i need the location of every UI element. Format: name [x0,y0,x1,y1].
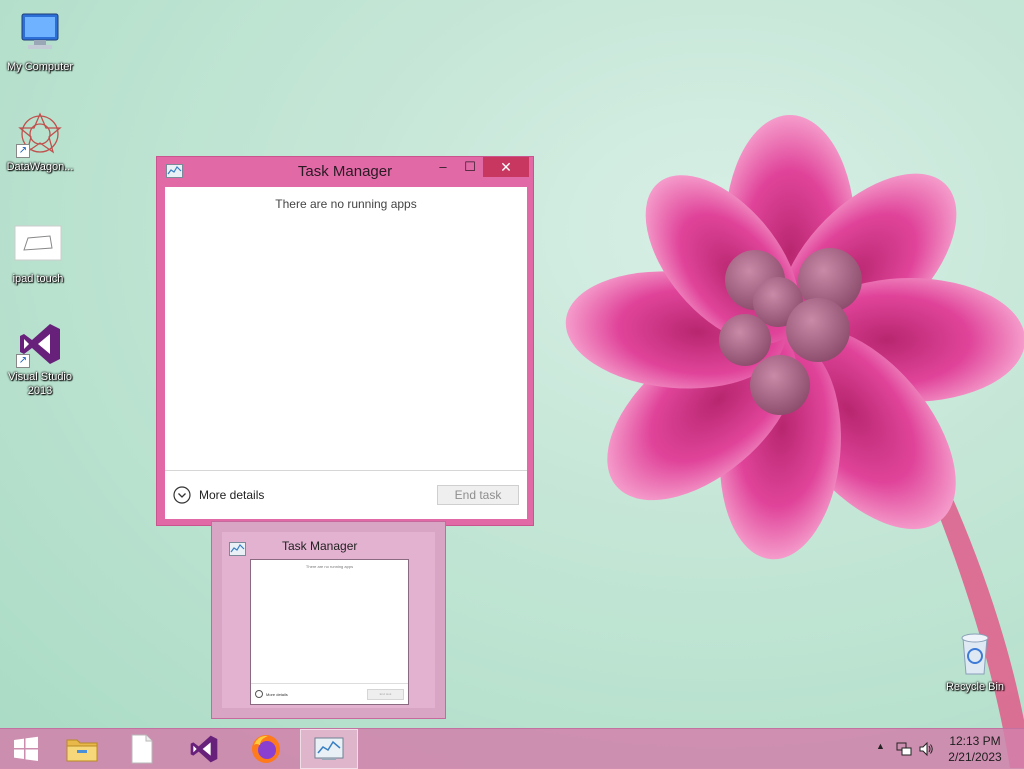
folder-icon [66,739,98,762]
show-hidden-icons-button[interactable]: ▲ [876,741,885,751]
firefox-icon [252,735,280,763]
start-button[interactable] [0,729,52,769]
window-titlebar[interactable]: Task Manager – ☐ ✕ [157,157,533,187]
image-file-icon [14,225,62,261]
empty-apps-message: There are no running apps [275,197,417,211]
taskbar-thumbnail-preview[interactable]: Task Manager There are no running apps M… [211,521,446,719]
network-icon[interactable] [896,741,912,757]
taskbar-task-manager[interactable] [300,729,358,769]
taskbar-firefox[interactable] [240,729,292,769]
thumbnail-empty-message: There are no running apps [305,564,354,569]
taskbar-blank-document[interactable] [116,729,168,769]
minimize-button[interactable]: – [433,157,453,177]
clock-date: 2/21/2023 [948,750,1002,764]
desktop-icon-label: DataWagon... [6,161,74,173]
more-details-label: More details [199,488,265,502]
visual-studio-icon [190,735,218,763]
window-footer: More details End task [165,470,527,519]
computer-icon [21,13,59,49]
taskbar-visual-studio[interactable] [178,729,230,769]
desktop-icon-datawagon[interactable]: ↗ DataWagon... [0,110,80,174]
thumbnail-more-details: More details [255,690,288,698]
task-manager-icon [229,542,246,556]
task-manager-client-area: There are no running apps More details E… [165,187,527,519]
end-task-button[interactable]: End task [437,485,519,505]
desktop-icon-ipad-touch[interactable]: ipad touch [0,222,78,286]
taskbar-file-explorer[interactable] [56,729,108,769]
desktop-icon-label: Visual Studio 2013 [7,371,72,397]
chevron-down-circle-icon [173,486,191,504]
task-manager-icon [314,737,344,760]
clock-time: 12:13 PM [949,734,1001,748]
desktop-icon-label: My Computer [6,61,74,73]
volume-icon[interactable] [918,741,934,757]
thumbnail-title: Task Manager [282,539,358,553]
desktop-icon-label: ipad touch [12,273,64,285]
close-button[interactable]: ✕ [483,157,529,177]
more-details-toggle[interactable]: More details [173,485,264,505]
maximize-button[interactable]: ☐ [459,157,481,177]
thumbnail-footer: More details End task [251,683,408,704]
desktop-icon-visual-studio[interactable]: ↗ Visual Studio 2013 [0,320,80,398]
task-manager-window[interactable]: Task Manager – ☐ ✕ There are no running … [156,156,534,526]
shortcut-arrow-icon: ↗ [16,144,30,158]
thumbnail-end-task: End task [367,689,404,700]
recycle-bin-icon [961,633,989,675]
thumbnail-more-details-label: More details [266,691,288,697]
thumbnail-window-image: There are no running apps More details E… [250,559,409,705]
desktop-icon-my-computer[interactable]: My Computer [0,10,80,74]
chevron-down-circle-icon [255,690,263,698]
taskbar-clock[interactable]: 12:13 PM 2/21/2023 [936,733,1014,765]
windows-logo-icon [14,736,38,761]
shortcut-arrow-icon: ↗ [16,354,30,368]
document-icon [131,734,153,764]
taskbar: ▲ 12:13 PM 2/21/2023 [0,728,1024,769]
desktop-icon-label: Recycle Bin [945,681,1005,693]
thumbnail-frame: Task Manager There are no running apps M… [222,532,435,708]
desktop-icon-recycle-bin[interactable]: Recycle Bin [935,630,1015,694]
